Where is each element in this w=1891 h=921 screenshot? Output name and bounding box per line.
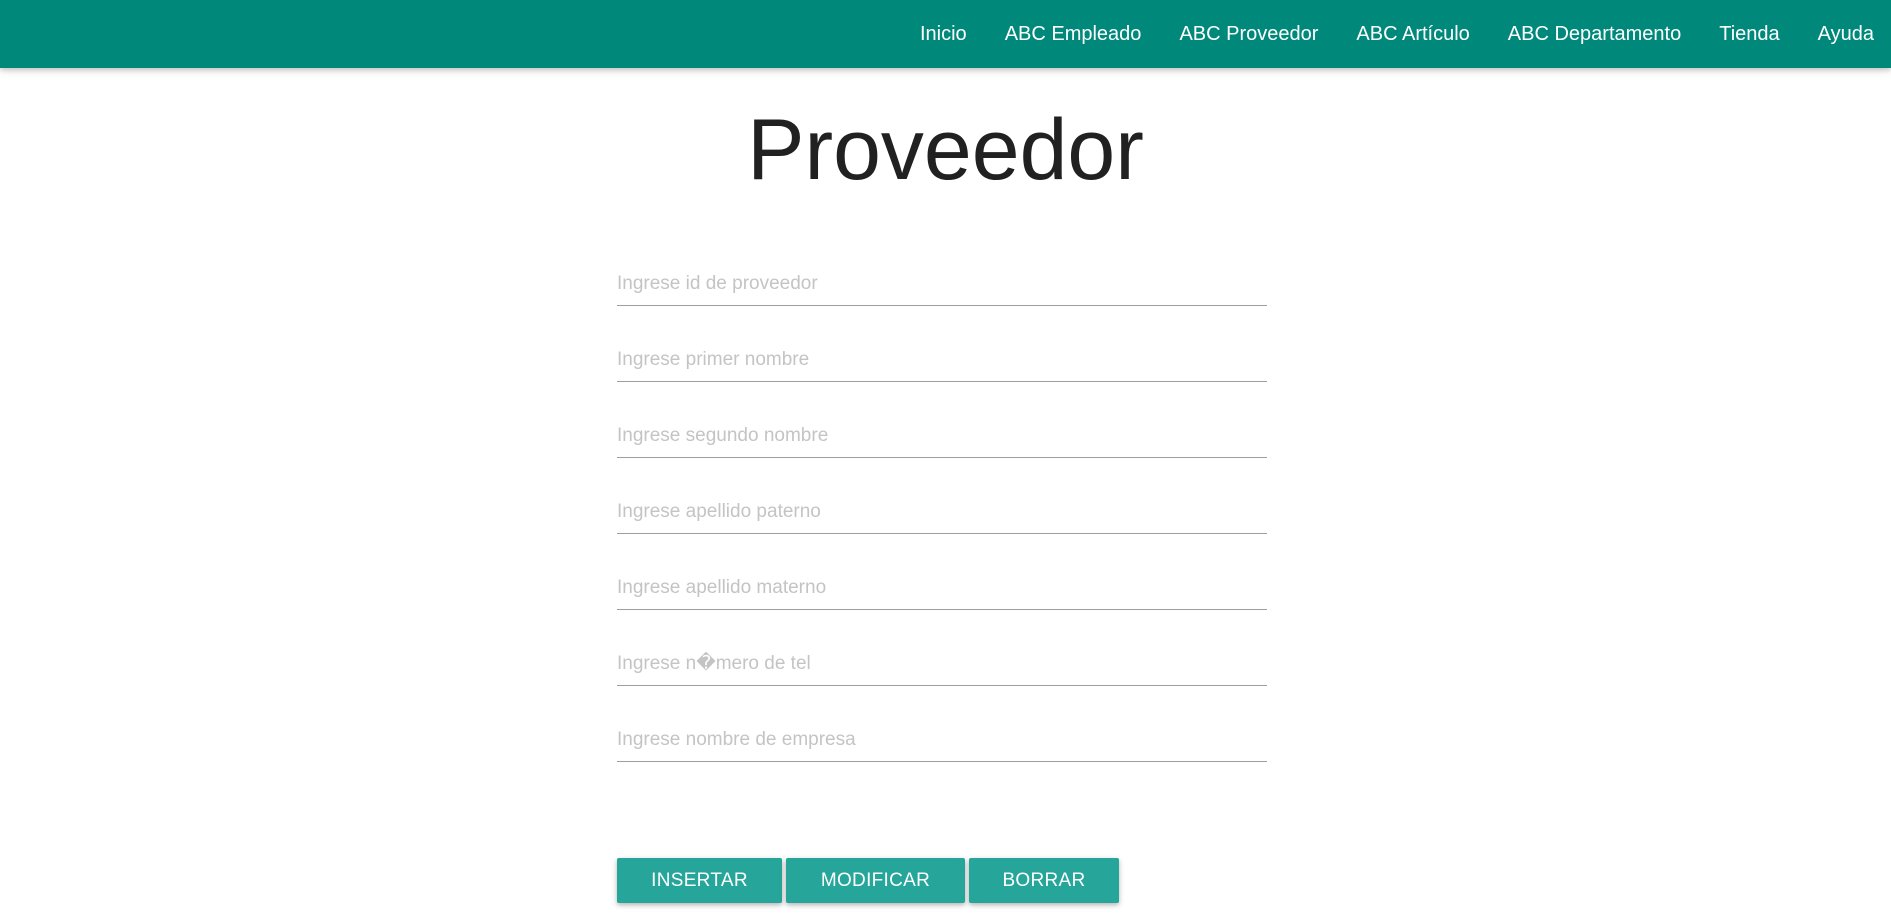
phone-number-input[interactable] [617,642,1267,686]
field-provider-id [617,262,1267,338]
field-company-name [617,718,1267,794]
nav-item-ayuda[interactable]: Ayuda [1799,7,1891,61]
first-name-input[interactable] [617,338,1267,382]
nav-item-abc-empleado[interactable]: ABC Empleado [986,7,1161,61]
nav-item-abc-proveedor[interactable]: ABC Proveedor [1160,7,1337,61]
provider-id-input[interactable] [617,262,1267,306]
nav-item-inicio[interactable]: Inicio [901,7,986,61]
company-name-input[interactable] [617,718,1267,762]
field-paternal-surname [617,490,1267,566]
action-buttons: INSERTAR MODIFICAR BORRAR [617,858,1123,903]
page-title: Proveedor [747,102,1144,198]
insert-button[interactable]: INSERTAR [617,858,782,903]
nav-item-abc-articulo[interactable]: ABC Artículo [1337,7,1488,61]
nav-item-abc-departamento[interactable]: ABC Departamento [1489,7,1700,61]
modify-button[interactable]: MODIFICAR [786,858,965,903]
field-maternal-surname [617,566,1267,642]
paternal-surname-input[interactable] [617,490,1267,534]
top-navbar: Inicio ABC Empleado ABC Proveedor ABC Ar… [0,0,1891,68]
delete-button[interactable]: BORRAR [969,858,1119,903]
field-second-name [617,414,1267,490]
field-phone-number [617,642,1267,718]
maternal-surname-input[interactable] [617,566,1267,610]
second-name-input[interactable] [617,414,1267,458]
field-first-name [617,338,1267,414]
nav-item-tienda[interactable]: Tienda [1700,7,1798,61]
nav-menu: Inicio ABC Empleado ABC Proveedor ABC Ar… [901,0,1891,68]
provider-form [617,262,1267,794]
